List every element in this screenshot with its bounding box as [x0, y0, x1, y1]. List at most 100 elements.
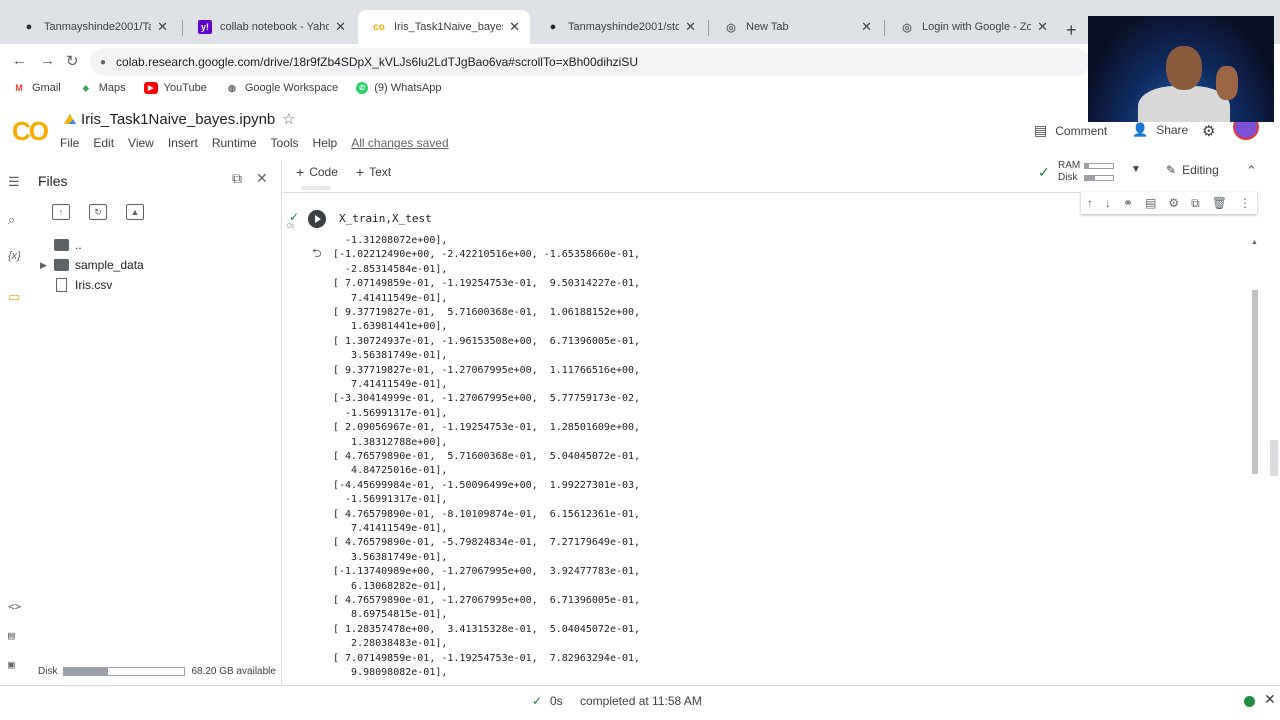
connection-status-dot	[1244, 696, 1255, 707]
settings-gear-icon[interactable]: ⚙	[1202, 122, 1215, 140]
menu-edit[interactable]: Edit	[93, 136, 114, 150]
tab-title: Iris_Task1Naive_bayes.ipynb	[394, 21, 503, 33]
forward-arrow-icon[interactable]: →	[40, 52, 55, 69]
browser-tab-1[interactable]: ● Tanmayshinde2001/Task_4D ✕	[8, 10, 178, 44]
editing-mode-button[interactable]: ✎ Editing	[1166, 163, 1219, 177]
maps-icon: ⬥	[82, 82, 89, 93]
output-line: [ 7.07149859e-01, -1.19254753e-01, 9.503…	[333, 278, 641, 290]
back-arrow-icon[interactable]: ←	[12, 52, 27, 69]
mirror-cell-icon[interactable]: ⧉	[1191, 196, 1200, 211]
bookmark-google-workspace[interactable]: ◍ Google Workspace	[225, 82, 338, 94]
output-line: 7.41411549e-01],	[333, 292, 448, 304]
close-icon[interactable]: ✕	[685, 19, 696, 35]
comment-icon[interactable]: ▤	[1145, 196, 1156, 210]
run-cell-button[interactable]	[308, 210, 326, 228]
menu-help[interactable]: Help	[313, 136, 338, 150]
output-line: 6.13068282e-01],	[333, 580, 448, 592]
tree-item-sample-data[interactable]: ▶ sample_data	[40, 258, 144, 272]
add-text-button[interactable]: + Text	[356, 164, 391, 180]
page-scrollbar-thumb[interactable]	[1270, 440, 1278, 476]
browser-tab-6[interactable]: ◎ Login with Google - Zoom ✕	[886, 10, 1058, 44]
status-message[interactable]: completed at 11:58 AM	[580, 694, 702, 708]
youtube-icon: ▶	[143, 82, 158, 94]
move-down-icon[interactable]: ↓	[1105, 196, 1111, 210]
bookmark-gmail[interactable]: M Gmail	[12, 82, 60, 94]
menu-runtime[interactable]: Runtime	[212, 136, 257, 150]
bookmark-label: Google Workspace	[244, 82, 339, 94]
menu-tools[interactable]: Tools	[271, 136, 299, 150]
output-line: [ 2.09056967e-01, -1.19254753e-01, 1.285…	[333, 422, 641, 434]
browser-tab-2[interactable]: y! collab notebook - Yahoo Ind ✕	[184, 10, 356, 44]
output-line: -2.85314584e-01],	[333, 263, 448, 275]
output-scrollbar[interactable]: ▲	[1251, 235, 1259, 685]
new-tab-button[interactable]: +	[1066, 20, 1077, 41]
close-icon[interactable]: ✕	[1037, 19, 1048, 35]
notebook-title[interactable]: Iris_Task1Naive_bayes.ipynb	[81, 111, 275, 128]
code-snippets-icon[interactable]: <>	[8, 600, 21, 613]
files-actions: ↑ ↻ ▲	[52, 204, 163, 220]
check-icon: ✓	[532, 694, 543, 708]
files-panel: Files ⧉ ✕ ↑ ↻ ▲ .. ▶ sample_data Iris.cs…	[34, 160, 282, 685]
close-icon[interactable]: ✕	[509, 19, 520, 35]
code-editor[interactable]: X_train,X_test	[339, 212, 432, 225]
tree-item-parent[interactable]: ..	[40, 238, 82, 252]
variables-icon[interactable]: {x}	[8, 250, 21, 262]
comment-button[interactable]: ▤ Comment	[1034, 122, 1107, 139]
bookmark-youtube[interactable]: ▶ YouTube	[143, 82, 207, 94]
search-icon[interactable]: ⌕	[8, 212, 15, 228]
menu-file[interactable]: File	[60, 136, 79, 150]
delete-icon[interactable]: 🗑	[1212, 196, 1227, 210]
scroll-up-arrow-icon[interactable]: ▲	[1251, 239, 1258, 246]
reload-icon[interactable]: ↻	[66, 52, 79, 70]
browser-tab-4[interactable]: ● Tanmayshinde2001/stockM ✕	[532, 10, 706, 44]
sidebar-rail: ☰ ⌕ {x} ▭ <> ▤ ▣	[0, 160, 34, 685]
output-line: 2.28038483e-01],	[333, 638, 448, 650]
close-icon[interactable]: ✕	[1264, 691, 1276, 708]
upload-icon[interactable]: ↑	[52, 204, 70, 220]
close-icon[interactable]: ✕	[256, 170, 268, 187]
chevron-down-icon[interactable]: ▼	[1131, 164, 1141, 175]
chevron-up-icon[interactable]: ⌃	[1246, 163, 1257, 179]
tree-item-iris-csv[interactable]: Iris.csv	[40, 278, 112, 292]
bookmark-maps[interactable]: ⬥ Maps	[79, 82, 126, 94]
settings-gear-icon[interactable]: ⚙	[1168, 196, 1179, 210]
colab-logo[interactable]: CO	[12, 116, 49, 147]
webcam-person-hand	[1216, 66, 1238, 100]
output-line: [-1.13740989e+00, -1.27067995e+00, 3.924…	[333, 566, 641, 578]
scroll-thumb[interactable]	[1252, 290, 1258, 474]
output-actions-icon[interactable]: ⮌	[312, 244, 322, 265]
browser-tab-3[interactable]: co Iris_Task1Naive_bayes.ipynb ✕	[358, 10, 530, 44]
disk-bar-fill	[1085, 175, 1095, 180]
star-icon[interactable]: ☆	[282, 110, 295, 128]
address-bar[interactable]: ● colab.research.google.com/drive/18r9fZ…	[90, 48, 1090, 76]
move-up-icon[interactable]: ↑	[1087, 196, 1093, 210]
link-icon[interactable]: ⚭	[1123, 196, 1133, 210]
mount-drive-icon[interactable]: ▲	[126, 204, 144, 220]
editing-label: Editing	[1182, 163, 1219, 177]
status-time: 0s	[550, 694, 563, 708]
close-icon[interactable]: ✕	[861, 19, 872, 35]
share-button[interactable]: 👤 Share	[1132, 122, 1188, 138]
menu-view[interactable]: View	[128, 136, 154, 150]
bookmark-label: (9) WhatsApp	[374, 82, 442, 94]
folder-icon[interactable]: ▭	[8, 289, 20, 305]
resource-monitor[interactable]: ✓ RAM Disk ▼	[1038, 160, 1148, 184]
open-in-new-window-icon[interactable]: ⧉	[232, 170, 242, 187]
check-icon: ✓	[1038, 164, 1050, 180]
close-icon[interactable]: ✕	[157, 19, 168, 35]
browser-tab-5[interactable]: ◎ New Tab ✕	[710, 10, 882, 44]
command-palette-icon[interactable]: ▤	[8, 629, 15, 642]
execution-time: 0s	[287, 223, 295, 230]
chevron-right-icon[interactable]: ▶	[40, 260, 54, 271]
add-code-button[interactable]: + Code	[296, 164, 338, 180]
save-status[interactable]: All changes saved	[351, 136, 448, 150]
table-of-contents-icon[interactable]: ☰	[8, 174, 20, 190]
output-line: 3.56381749e-01],	[333, 551, 448, 563]
terminal-icon[interactable]: ▣	[8, 658, 15, 671]
comment-label: Comment	[1055, 123, 1108, 138]
more-options-icon[interactable]: ⋮	[1239, 196, 1251, 210]
refresh-folder-icon[interactable]: ↻	[89, 204, 107, 220]
close-icon[interactable]: ✕	[335, 19, 346, 35]
menu-insert[interactable]: Insert	[168, 136, 198, 150]
bookmark-whatsapp[interactable]: ✆ (9) WhatsApp	[356, 82, 441, 94]
